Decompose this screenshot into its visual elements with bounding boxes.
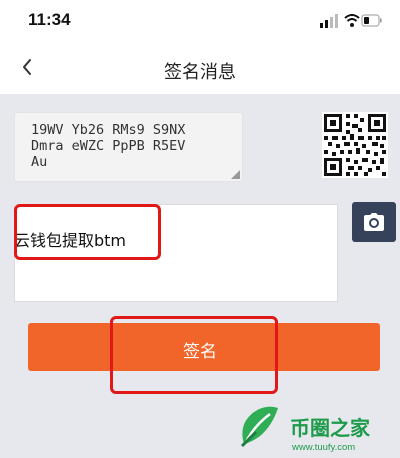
camera-icon [364, 213, 384, 231]
camera-button[interactable] [352, 202, 396, 242]
watermark-url: www.tuufy.com [292, 442, 356, 453]
address-line-1: 19WV Yb26 RMs9 S9NX [31, 122, 186, 138]
nav-bar: 签名消息 [0, 40, 400, 94]
page-title: 签名消息 [164, 62, 236, 83]
resize-grip-icon[interactable] [231, 170, 240, 179]
status-icons [320, 13, 382, 28]
watermark-title: 币圈之家 [290, 416, 370, 440]
battery-icon [361, 14, 382, 27]
status-time: 11:34 [28, 10, 71, 29]
address-line-2: Dmra eWZC PpPB R5EV [31, 138, 186, 154]
address-line-3: Au [31, 154, 48, 170]
leaf-logo-icon [240, 406, 278, 448]
wifi-icon [344, 14, 360, 27]
signal-icon [320, 14, 338, 28]
main-content: 19WV Yb26 RMs9 S9NX Dmra eWZC PpPB R5EV … [0, 94, 400, 458]
address-field[interactable]: 19WV Yb26 RMs9 S9NX Dmra eWZC PpPB R5EV … [14, 112, 243, 182]
sign-button[interactable] [28, 323, 380, 371]
message-highlight-box [14, 204, 161, 260]
status-bar: 11:34 [0, 0, 400, 40]
qr-code-icon[interactable] [322, 112, 388, 178]
